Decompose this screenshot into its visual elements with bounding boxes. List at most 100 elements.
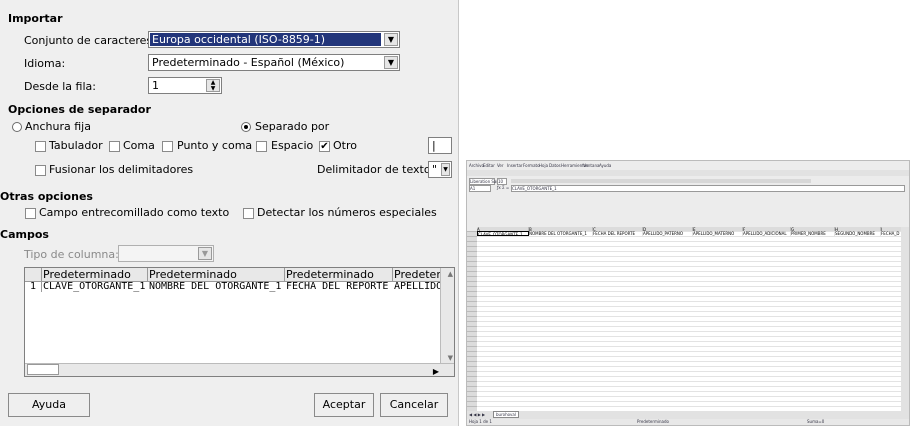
font-name-box[interactable]: Liberation Sans (469, 178, 501, 185)
preview-column-header[interactable]: Predeterminado (149, 268, 237, 281)
semicolon-checkbox[interactable] (162, 141, 173, 152)
scroll-right-icon[interactable]: ▶ (433, 367, 439, 376)
menu-item[interactable]: Hoja (539, 163, 548, 168)
fields-header: Campos (0, 228, 49, 241)
fromrow-value: 1 (152, 79, 159, 92)
comma-label: Coma (123, 139, 155, 152)
language-value: Predeterminado - Español (México) (152, 56, 345, 69)
status-sum: Suma=0 (807, 419, 825, 424)
cell-F1[interactable]: APELLIDO_ADICIONAL (743, 231, 791, 236)
chevron-down-icon[interactable]: ▼ (384, 56, 398, 69)
cell-grid[interactable] (477, 231, 901, 411)
cell-A1[interactable]: CLAVE_OTORGANTE_1 (477, 231, 529, 236)
menu-item[interactable]: Ver (497, 163, 504, 168)
column-type-select[interactable]: ▼ (118, 245, 214, 262)
status-bar: Hoja 1 de 1 Predeterminado Suma=0 (467, 419, 909, 425)
merge-delimiters-checkbox[interactable] (35, 165, 46, 176)
separated-label: Separado por (255, 120, 330, 133)
scroll-thumb[interactable] (27, 364, 59, 375)
semicolon-label: Punto y coma (177, 139, 253, 152)
charset-label: Conjunto de caracteres: (24, 34, 156, 47)
importar-header: Importar (8, 12, 63, 25)
menu-bar: Archivo Editar Ver Insertar Formato Hoja… (467, 163, 909, 168)
tab-label: Tabulador (49, 139, 103, 152)
scroll-up-icon[interactable]: ▲ (448, 270, 453, 278)
merge-delimiters-label: Fusionar los delimitadores (49, 163, 194, 176)
menu-item[interactable]: Datos (549, 163, 561, 168)
function-wizard-icon[interactable]: ƒx Σ = (497, 185, 509, 190)
language-select[interactable]: Predeterminado - Español (México) ▼ (148, 54, 400, 71)
preview-column-header[interactable]: Predeterm (394, 268, 440, 281)
text-delimiter-select[interactable]: " ▼ (428, 161, 452, 178)
divider (284, 268, 285, 281)
ok-button[interactable]: Aceptar (314, 393, 374, 417)
language-label: Idioma: (24, 57, 66, 70)
formula-input[interactable]: CLAVE_OTORGANTE_1 (511, 185, 905, 192)
cancel-button[interactable]: Cancelar (380, 393, 448, 417)
cell-D1[interactable]: APELLIDO_PATERNO (643, 231, 693, 236)
scroll-down-icon[interactable]: ▼ (448, 354, 453, 362)
cell-reference-box[interactable]: A1 (469, 185, 491, 192)
sheet-nav-arrows-icon[interactable]: ◀ ◀ ▶ ▶ (469, 412, 485, 417)
menu-item[interactable]: Editar (483, 163, 495, 168)
spinner-arrows-icon[interactable]: ▲ ▼ (206, 79, 220, 92)
detect-numbers-checkbox[interactable] (243, 208, 254, 219)
space-checkbox[interactable] (256, 141, 267, 152)
text-delimiter-label: Delimitador de texto: (317, 163, 435, 176)
preview-cell: FECHA DEL REPORTE (286, 281, 389, 292)
fields-preview-grid: Predeterminado Predeterminado Predetermi… (24, 267, 455, 377)
standard-toolbar[interactable] (467, 170, 909, 176)
preview-row-number: 1 (30, 281, 37, 292)
spreadsheet-window: Archivo Editar Ver Insertar Formato Hoja… (466, 160, 910, 426)
cell-G1[interactable]: PRIMER_NOMBRE (791, 231, 835, 236)
cell-H1[interactable]: SEGUNDO_NOMBRE (835, 231, 881, 236)
other-input[interactable]: | (428, 137, 452, 154)
help-button[interactable]: Ayuda (8, 393, 90, 417)
chevron-down-icon[interactable]: ▼ (198, 247, 212, 260)
other-checkbox[interactable]: ✔ (319, 141, 330, 152)
quoted-as-text-label: Campo entrecomillado como texto (39, 206, 230, 219)
divider (147, 268, 148, 281)
cell-C1[interactable]: FECHA DEL REPORTE (593, 231, 643, 236)
separator-header: Opciones de separador (8, 103, 151, 116)
fromrow-spinner[interactable]: 1 ▲ ▼ (148, 77, 222, 94)
formatting-toolbar: Liberation Sans 10 (467, 177, 909, 185)
menu-item[interactable]: Formato (523, 163, 540, 168)
comma-checkbox[interactable] (109, 141, 120, 152)
chevron-down-icon[interactable]: ▼ (441, 163, 450, 176)
preview-cell: NOMBRE DEL OTORGANTE_1 (149, 281, 282, 292)
fixed-width-radio[interactable] (12, 122, 22, 132)
other-value: | (432, 139, 436, 152)
menu-item[interactable]: Ventana (583, 163, 599, 168)
separated-radio[interactable] (241, 122, 251, 132)
divider (392, 268, 393, 281)
menu-item[interactable]: Ayuda (599, 163, 611, 168)
preview-cell: APELLIDO (394, 281, 440, 292)
row-headers[interactable] (467, 231, 477, 411)
divider (41, 268, 42, 292)
detect-numbers-label: Detectar los números especiales (257, 206, 437, 219)
font-size-box[interactable]: 10 (497, 178, 507, 185)
cell-I1[interactable]: FECHA_D (881, 231, 903, 236)
text-import-dialog: Importar Conjunto de caracteres: Europa … (0, 0, 459, 426)
preview-column-header[interactable]: Predeterminado (43, 268, 131, 281)
chevron-down-icon[interactable]: ▼ (384, 33, 398, 46)
format-icons[interactable] (511, 179, 811, 183)
fromrow-label: Desde la fila: (24, 80, 96, 93)
sheet-tab[interactable]: burohoval (493, 411, 519, 418)
menu-item[interactable]: Archivo (469, 163, 484, 168)
status-sheet-count: Hoja 1 de 1 (469, 419, 492, 424)
charset-value: Europa occidental (ISO-8859-1) (150, 33, 381, 46)
cell-E1[interactable]: APELLIDO_MATERNO (693, 231, 743, 236)
other-options-header: Otras opciones (0, 190, 93, 203)
vertical-scrollbar[interactable] (440, 268, 454, 364)
vertical-scrollbar[interactable] (901, 227, 909, 411)
quoted-as-text-checkbox[interactable] (25, 208, 36, 219)
charset-select[interactable]: Europa occidental (ISO-8859-1) ▼ (148, 31, 400, 48)
preview-column-header[interactable]: Predeterminado (286, 268, 374, 281)
cell-B1[interactable]: NOMBRE DEL OTORGANTE_1 (529, 231, 593, 236)
horizontal-scrollbar[interactable] (25, 363, 454, 376)
tab-checkbox[interactable] (35, 141, 46, 152)
menu-item[interactable]: Insertar (507, 163, 523, 168)
preview-cell: CLAVE_OTORGANTE_1 (43, 281, 146, 292)
